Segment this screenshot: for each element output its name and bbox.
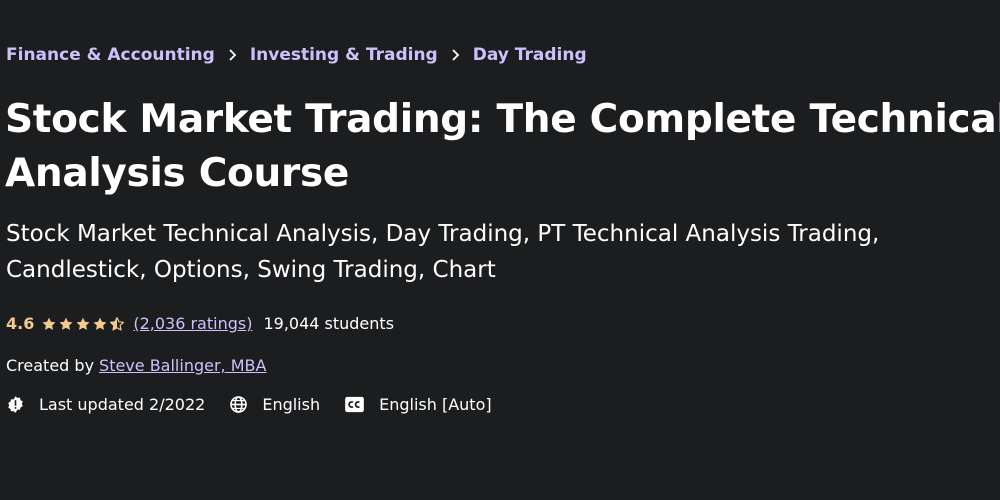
language-text: English: [262, 395, 321, 414]
star-half-icon: [110, 316, 125, 331]
star-icon: [42, 317, 56, 330]
creator-row: Created by Steve Ballinger, MBA: [6, 356, 266, 375]
star-icon: [59, 317, 73, 330]
alert-badge-icon: [6, 395, 25, 414]
students-count: 19,044 students: [263, 314, 395, 333]
rating-row: 4.6 (2,036 ratings) 19,044 students: [6, 314, 394, 333]
chevron-right-icon: [228, 48, 237, 62]
closed-captions-icon: [344, 396, 365, 413]
course-subtitle: Stock Market Technical Analysis, Day Tra…: [6, 221, 880, 283]
course-title: Stock Market Trading: The Complete Techn…: [5, 97, 1000, 196]
globe-icon: [229, 395, 248, 414]
breadcrumb-item-investing-trading[interactable]: Investing & Trading: [250, 45, 438, 65]
star-rating: [41, 316, 126, 332]
course-captions: English [Auto]: [344, 395, 492, 414]
instructor-link[interactable]: Steve Ballinger, MBA: [99, 356, 266, 375]
chevron-right-icon: [451, 48, 460, 62]
star-icon: [93, 317, 107, 330]
breadcrumb-item-finance-accounting[interactable]: Finance & Accounting: [6, 45, 215, 65]
last-updated: Last updated 2/2022: [6, 395, 205, 414]
meta-row: Last updated 2/2022 English English [Aut…: [6, 395, 516, 414]
breadcrumb-item-day-trading[interactable]: Day Trading: [473, 45, 587, 65]
last-updated-text: Last updated 2/2022: [39, 395, 206, 414]
ratings-count-link[interactable]: (2,036 ratings): [133, 314, 252, 333]
course-language: English: [229, 395, 320, 414]
breadcrumb: Finance & Accounting Investing & Trading…: [6, 45, 587, 65]
rating-value: 4.6: [6, 314, 35, 333]
created-by-label: Created by: [6, 356, 95, 375]
course-header: Finance & Accounting Investing & Trading…: [0, 0, 1000, 500]
captions-text: English [Auto]: [379, 395, 492, 414]
star-icon: [76, 317, 90, 330]
